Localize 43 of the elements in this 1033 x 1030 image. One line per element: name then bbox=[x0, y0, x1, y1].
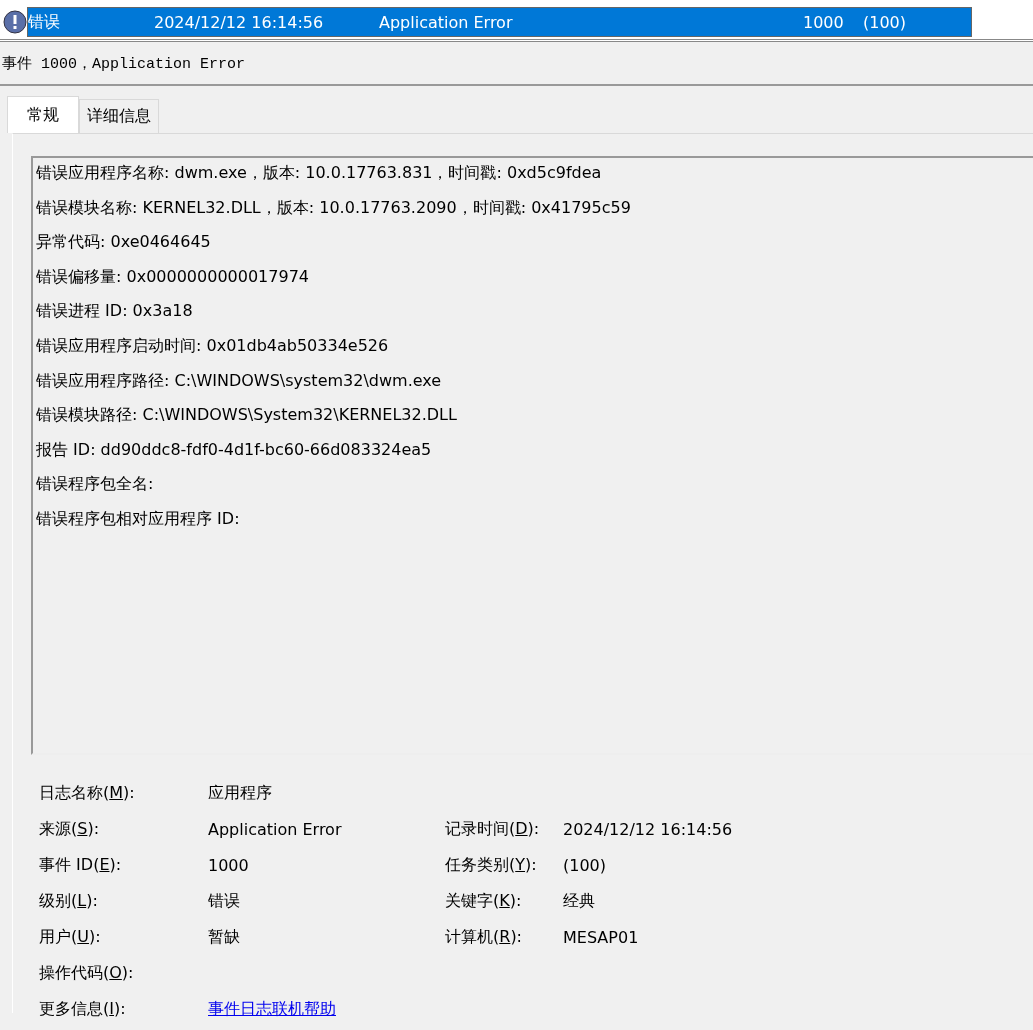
field-value: 错误 bbox=[208, 890, 241, 912]
field-value: 2024/12/12 16:14:56 bbox=[563, 819, 734, 839]
field-label: 日志名称(M): bbox=[39, 782, 136, 804]
field-label: 记录时间(D): bbox=[445, 818, 541, 840]
field-label: 级别(L): bbox=[39, 890, 99, 912]
description-box[interactable] bbox=[31, 156, 1033, 755]
event-row[interactable]: 错误 2024/12/12 16:14:56 Application Error 1000 (100) bbox=[27, 7, 972, 37]
event-title: 事件 1000，Application Error bbox=[2, 54, 246, 73]
description-line: 错误应用程序启动时间: 0x01db4ab50334e526 bbox=[36, 335, 389, 355]
field-label: 用户(U): bbox=[39, 926, 102, 948]
field-label: 事件 ID(E): bbox=[39, 854, 123, 876]
field-label: 来源(S): bbox=[39, 818, 101, 840]
tab[interactable]: 常规 bbox=[7, 96, 79, 133]
description-line: 报告 ID: dd90ddc8-fdf0-4d1f-bc60-66d083324ea5 bbox=[36, 439, 432, 459]
description-line: 错误偏移量: 0x0000000000017974 bbox=[36, 266, 309, 286]
field-value: 应用程序 bbox=[208, 782, 273, 804]
field-value: 1000 bbox=[208, 855, 250, 875]
tab[interactable]: 详细信息 bbox=[79, 99, 159, 133]
field-value: (100) bbox=[563, 855, 608, 875]
level-text: 错误 bbox=[28, 11, 61, 33]
description-line: 错误程序包相对应用程序 ID: bbox=[36, 508, 240, 528]
description-line: 错误进程 ID: 0x3a18 bbox=[36, 301, 193, 321]
description-line: 错误应用程序路径: C:\WINDOWS\system32\dwm.exe bbox=[36, 370, 442, 390]
date-text: 2024/12/12 16:14:56 bbox=[154, 12, 325, 32]
field-label: 关键字(K): bbox=[445, 890, 523, 912]
description-line: 错误模块名称: KERNEL32.DLL，版本: 10.0.17763.2090，时间戳: 0x41795c59 bbox=[36, 197, 631, 217]
task-category-text: (100) bbox=[863, 12, 908, 32]
error-icon bbox=[3, 10, 27, 34]
description-line: 错误模块路径: C:\WINDOWS\System32\KERNEL32.DLL bbox=[36, 405, 457, 425]
field-value: MESAP01 bbox=[563, 927, 640, 947]
event-id-text: 1000 bbox=[803, 12, 845, 32]
description-line: 错误应用程序名称: dwm.exe，版本: 10.0.17763.831，时间戳: 0xd5c9fdea bbox=[36, 163, 602, 182]
field-label: 操作代码(O): bbox=[39, 962, 135, 984]
help-link[interactable]: 事件日志联机帮助 bbox=[208, 998, 336, 1020]
field-value: 经典 bbox=[563, 890, 596, 912]
source-text: Application Error bbox=[379, 12, 514, 32]
description-line: 错误程序包全名: bbox=[36, 474, 154, 494]
field-label: 任务类别(Y): bbox=[445, 854, 538, 876]
field-value: Application Error bbox=[208, 819, 343, 839]
field-value: 暂缺 bbox=[208, 926, 241, 948]
field-label: 计算机(R): bbox=[445, 926, 523, 948]
description-line: 异常代码: 0xe0464645 bbox=[36, 232, 211, 252]
field-label: 更多信息(I): bbox=[39, 998, 127, 1020]
